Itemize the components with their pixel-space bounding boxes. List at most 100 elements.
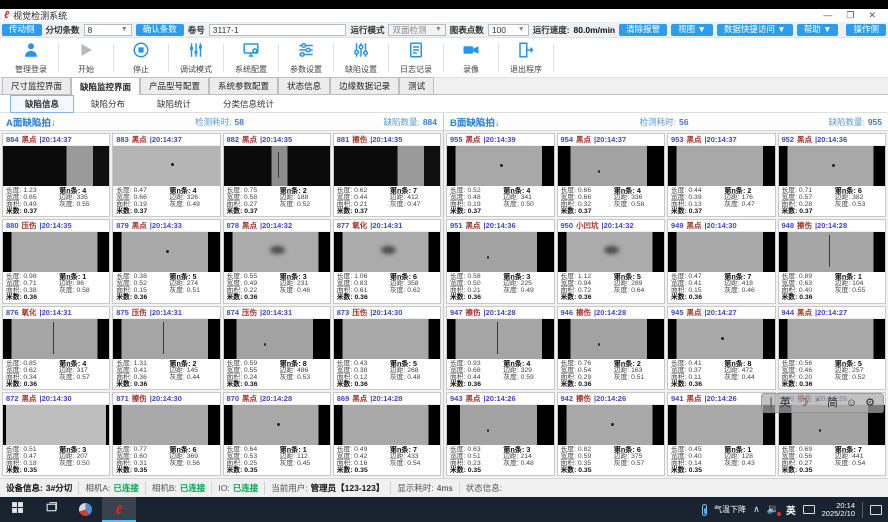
defect-card[interactable]: 877 氧化 |20:14:31 长度: 1.06 宽度: 0.83 面积: 0… [333,219,441,303]
defect-thumbnail[interactable] [3,232,109,272]
touch-keyboard-icon[interactable] [803,505,815,514]
taskbar-app-vision-system[interactable]: ℓ [102,497,136,522]
tab-edge-data-log[interactable]: 边缘数据记录 [330,77,399,94]
defect-thumbnail[interactable] [558,146,665,186]
subtab-defect-info[interactable]: 缺陷信息 [10,95,74,113]
drive-side-button[interactable]: 传动侧 [2,24,42,36]
defect-card[interactable]: 872 黑点 |20:14:30 长度: 0.51 宽度: 0.47 面积: 0… [2,392,110,476]
defect-thumbnail[interactable] [224,146,330,186]
defect-card[interactable]: 946 擦伤 |20:14:28 长度: 0.76 宽度: 0.54 面积: 0… [557,306,666,390]
defect-thumbnail[interactable] [779,232,886,272]
defect-card[interactable]: 942 擦伤 |20:14:26 长度: 0.82 宽度: 0.59 面积: 0… [557,392,666,476]
defect-card[interactable]: 952 黑点 |20:14:36 长度: 0.71 宽度: 0.57 面积: 0… [778,133,887,217]
defect-thumbnail[interactable] [334,146,440,186]
defect-thumbnail[interactable] [224,319,330,359]
defect-thumbnail[interactable] [224,405,330,445]
defect-card[interactable]: 943 黑点 |20:14:26 长度: 0.63 宽度: 0.51 面积: 0… [446,392,555,476]
tab-size-monitor[interactable]: 尺寸监控界面 [2,77,71,94]
defect-card[interactable]: 874 压伤 |20:14:31 长度: 0.59 宽度: 0.55 面积: 0… [223,306,331,390]
defect-card[interactable]: 950 小凹坑 |20:14:32 长度: 1.12 宽度: 0.94 面积: … [557,219,666,303]
defect-card[interactable]: 881 擦伤 |20:14:35 长度: 0.62 宽度: 0.44 面积: 0… [333,133,441,217]
ime-simplified-mode[interactable]: 简 [827,397,838,409]
defect-card[interactable]: 944 黑点 |20:14:27 长度: 0.56 宽度: 0.46 面积: 0… [778,306,887,390]
defect-thumbnail[interactable] [224,232,330,272]
tab-test[interactable]: 测试 [399,77,434,94]
tab-status-info[interactable]: 状态信息 [278,77,330,94]
defect-thumbnail[interactable] [334,319,440,359]
defect-card[interactable]: 870 黑点 |20:14:28 长度: 0.64 宽度: 0.53 面积: 0… [223,392,331,476]
defect-card[interactable]: 941 黑点 |20:14:26 长度: 0.45 宽度: 0.40 面积: 0… [667,392,776,476]
defect-card[interactable]: 883 黑点 |20:14:37 长度: 0.47 宽度: 0.66 面积: 0… [112,133,220,217]
defect-thumbnail[interactable] [3,405,109,445]
notification-center-icon[interactable] [870,505,882,515]
data-access-menu-button[interactable]: 数据快捷访问 ▼ [717,24,793,36]
tab-defect-monitor[interactable]: 缺陷监控界面 [71,77,140,95]
record-video-button[interactable]: 录像 [444,39,498,77]
taskbar-clock[interactable]: 20:14 2025/2/10 [822,502,855,518]
exit-program-button[interactable]: 退出程序 [499,39,553,77]
defect-card[interactable]: 949 黑点 |20:14:30 长度: 0.47 宽度: 0.41 面积: 0… [667,219,776,303]
ime-halfwidth-icon[interactable]: ☽ [799,397,809,409]
defect-card[interactable]: 878 黑点 |20:14:32 长度: 0.55 宽度: 0.49 面积: 0… [223,219,331,303]
view-menu-button[interactable]: 视图 ▼ [671,24,713,36]
defect-thumbnail[interactable] [779,146,886,186]
ime-settings-gear-icon[interactable]: ⚙ [865,397,875,409]
start-button[interactable] [0,497,34,522]
defect-settings-button[interactable]: 缺陷设置 [334,39,388,77]
defect-thumbnail[interactable] [113,232,219,272]
defect-thumbnail[interactable] [447,405,554,445]
ime-drag-handle[interactable] [770,397,772,409]
defect-thumbnail[interactable] [113,146,219,186]
defect-card[interactable]: 871 擦伤 |20:14:30 长度: 0.77 宽度: 0.60 面积: 0… [112,392,220,476]
confirm-count-button[interactable]: 确认条数 [136,24,184,36]
run-mode-select[interactable]: 双面检测 ▼ [388,24,445,36]
defect-card[interactable]: 869 黑点 |20:14:28 长度: 0.49 宽度: 0.42 面积: 0… [333,392,441,476]
defect-card[interactable]: 879 黑点 |20:14:33 长度: 0.38 宽度: 0.52 面积: 0… [112,219,220,303]
log-record-button[interactable]: 日志记录 [389,39,443,77]
defect-thumbnail[interactable] [668,319,775,359]
maximize-button[interactable]: ❐ [846,11,854,20]
defect-thumbnail[interactable] [334,232,440,272]
defect-card[interactable]: 951 黑点 |20:14:36 长度: 0.58 宽度: 0.50 面积: 0… [446,219,555,303]
defect-thumbnail[interactable] [447,146,554,186]
speaker-icon[interactable]: 🔉 [767,505,779,515]
defect-card[interactable]: 880 压伤 |20:14:35 长度: 0.98 宽度: 0.71 面积: 0… [2,219,110,303]
defect-thumbnail[interactable] [447,319,554,359]
operate-side-button[interactable]: 操作侧 [846,24,886,36]
system-config-button[interactable]: 系统配置 [224,39,278,77]
defect-thumbnail[interactable] [334,405,440,445]
debug-mode-button[interactable]: 调试模式 [169,39,223,77]
defect-card[interactable]: 953 黑点 |20:14:37 长度: 0.44 宽度: 0.39 面积: 0… [667,133,776,217]
defect-thumbnail[interactable] [3,146,109,186]
defect-thumbnail[interactable] [3,319,109,359]
tab-system-params[interactable]: 系统参数配置 [209,77,278,94]
defect-thumbnail[interactable] [113,405,219,445]
stop-button[interactable]: 停止 [114,39,168,77]
roll-number-input[interactable] [209,24,347,36]
defect-thumbnail[interactable] [447,232,554,272]
defect-thumbnail[interactable] [558,232,665,272]
defect-thumbnail[interactable] [558,319,665,359]
close-button[interactable]: ✕ [868,11,876,20]
clear-alarm-button[interactable]: 清除报警 [619,24,667,36]
ime-language-indicator[interactable]: 英 [786,503,796,517]
defect-card[interactable]: 945 黑点 |20:14:27 长度: 0.41 宽度: 0.37 面积: 0… [667,306,776,390]
ime-punctuation-icon[interactable]: ’ [816,397,818,409]
thermometer-icon[interactable] [702,504,707,516]
tab-product-config[interactable]: 产品型号配置 [140,77,209,94]
defect-thumbnail[interactable] [668,405,775,445]
defect-thumbnail[interactable] [668,232,775,272]
task-view-button[interactable] [34,497,68,522]
minimize-button[interactable]: — [823,11,832,20]
subtab-class-statistics[interactable]: 分类信息统计 [208,95,289,113]
defect-thumbnail[interactable] [779,319,886,359]
weather-text[interactable]: 气温下降 [714,504,746,515]
admin-login-button[interactable]: 管理登录 [4,39,58,77]
subtab-defect-statistics[interactable]: 缺陷统计 [142,95,206,113]
defect-card[interactable]: 884 黑点 |20:14:37 长度: 1.23 宽度: 0.65 面积: 0… [2,133,110,217]
slit-count-select[interactable]: 8 ▼ [84,24,132,36]
defect-card[interactable]: 947 擦伤 |20:14:28 长度: 0.93 宽度: 0.68 面积: 0… [446,306,555,390]
help-menu-button[interactable]: 帮助 ▼ [797,24,839,36]
defect-card[interactable]: 876 氧化 |20:14:31 长度: 0.85 宽度: 0.62 面积: 0… [2,306,110,390]
ime-english-mode[interactable]: 英 [780,397,791,409]
